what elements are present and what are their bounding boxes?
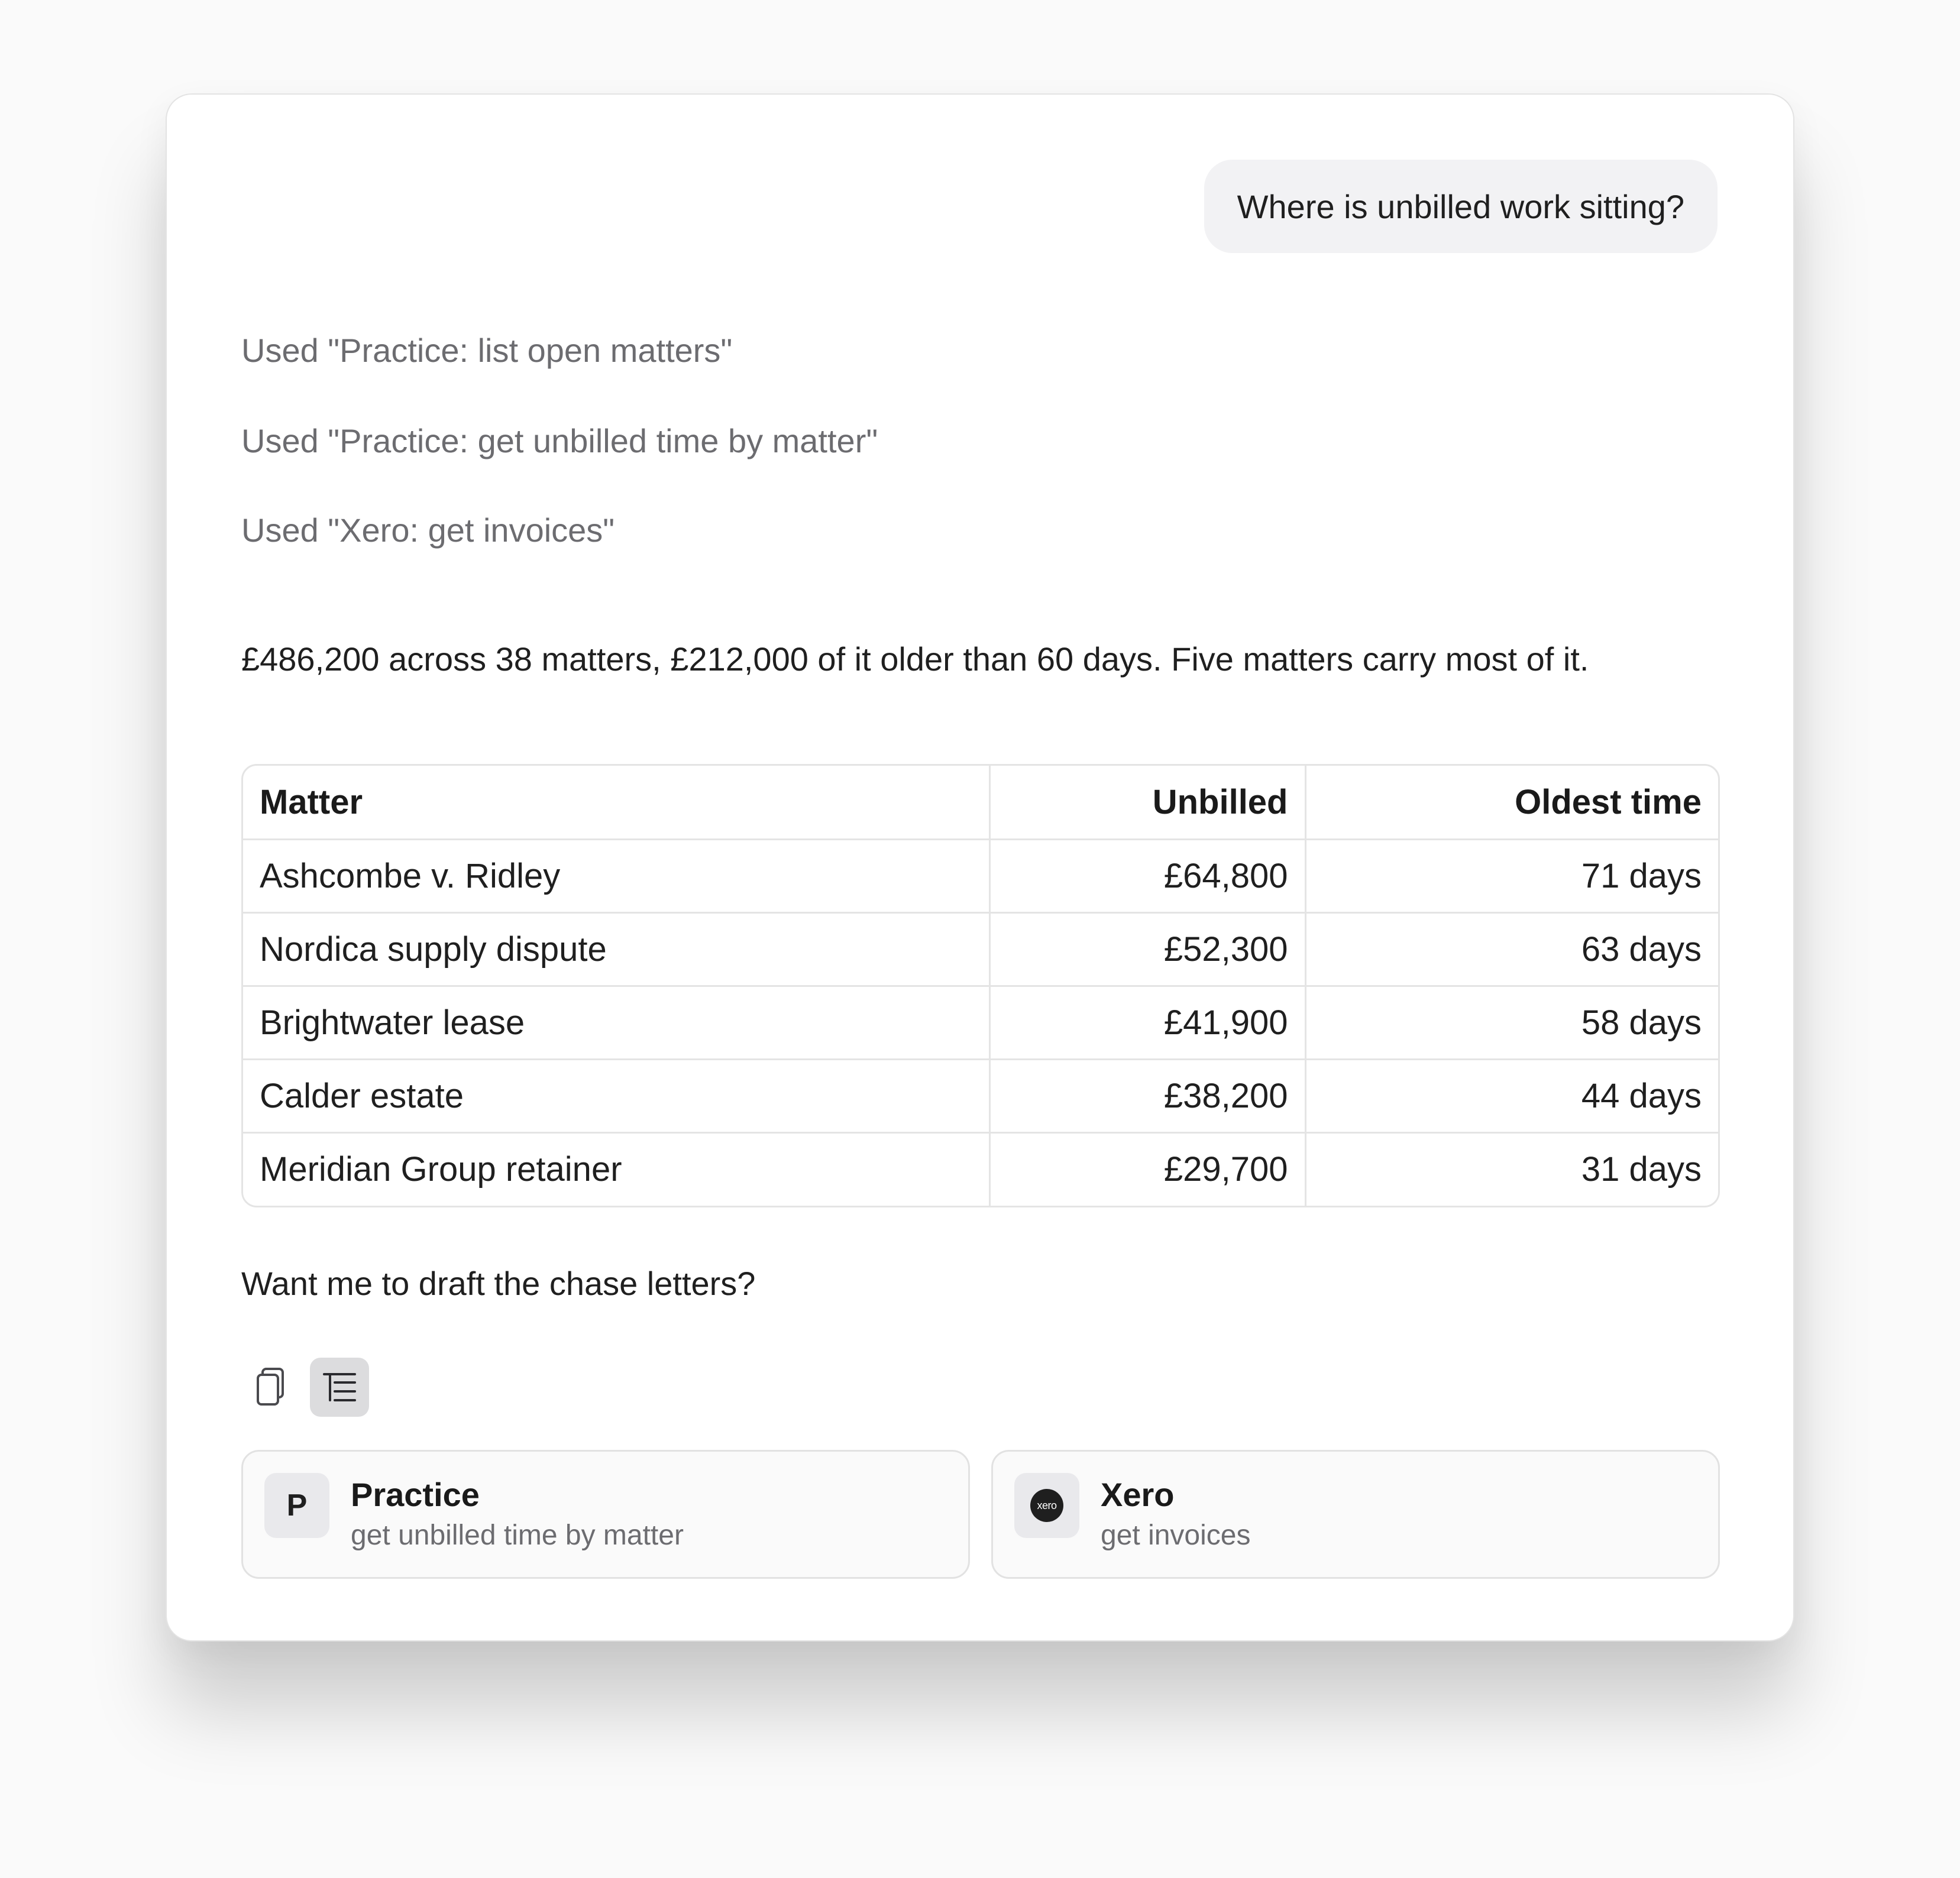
- table-row: Meridian Group retainer £29,700 31 days: [243, 1132, 1718, 1206]
- tool-call-list-open-matters[interactable]: Used "Practice: list open matters": [241, 331, 732, 370]
- source-title: Xero: [1101, 1476, 1175, 1513]
- practice-logo-letter: P: [286, 1488, 308, 1523]
- source-subtitle: get unbilled time by matter: [351, 1520, 684, 1551]
- practice-logo: P: [264, 1473, 329, 1538]
- cell-unbilled: £41,900: [989, 986, 1306, 1060]
- unbilled-matters-table: Matter Unbilled Oldest time Ashcombe v. …: [241, 764, 1720, 1207]
- cell-unbilled: £38,200: [989, 1059, 1306, 1134]
- tool-call-unbilled-time[interactable]: Used "Practice: get unbilled time by mat…: [241, 422, 878, 460]
- copy-icon: [257, 1368, 284, 1406]
- table-header-row: Matter Unbilled Oldest time: [243, 766, 1718, 840]
- followup-question: Want me to draft the chase letters?: [241, 1265, 756, 1302]
- table-row: Ashcombe v. Ridley £64,800 71 days: [243, 839, 1718, 914]
- table-row: Brightwater lease £41,900 58 days: [243, 986, 1718, 1060]
- cell-matter: Calder estate: [243, 1059, 991, 1134]
- source-card-xero[interactable]: xero Xero get invoices: [991, 1450, 1720, 1579]
- cell-matter: Brightwater lease: [243, 986, 991, 1060]
- xero-logo-text: xero: [1037, 1499, 1057, 1511]
- table-row: Calder estate £38,200 44 days: [243, 1059, 1718, 1134]
- column-header-matter: Matter: [243, 766, 991, 840]
- user-message-bubble: Where is unbilled work sitting?: [1204, 160, 1718, 253]
- cell-unbilled: £64,800: [989, 839, 1306, 914]
- source-card-practice[interactable]: P Practice get unbilled time by matter: [241, 1450, 970, 1579]
- cell-oldest-time: 58 days: [1305, 986, 1718, 1060]
- cell-oldest-time: 31 days: [1581, 1150, 1702, 1189]
- cell-oldest-time: 71 days: [1305, 839, 1718, 914]
- tool-call-xero-invoices[interactable]: Used "Xero: get invoices": [241, 511, 614, 549]
- xero-logo-icon: xero: [1030, 1489, 1063, 1522]
- cell-unbilled: £52,300: [989, 912, 1306, 987]
- user-message-text: Where is unbilled work sitting?: [1237, 187, 1684, 225]
- cell-oldest-time: 44 days: [1305, 1059, 1718, 1134]
- copy-button[interactable]: [241, 1358, 300, 1417]
- cell-oldest-time: 63 days: [1305, 912, 1718, 987]
- chat-panel: Where is unbilled work sitting? Used "Pr…: [166, 93, 1794, 1641]
- source-subtitle: get invoices: [1101, 1520, 1251, 1551]
- source-title: Practice: [351, 1476, 480, 1513]
- response-summary: £486,200 across 38 matters, £212,000 of …: [241, 640, 1589, 678]
- xero-logo: xero: [1014, 1473, 1079, 1538]
- column-header-oldest-time: Oldest time: [1305, 766, 1718, 840]
- column-header-unbilled: Unbilled: [989, 766, 1306, 840]
- tree-list-icon: [323, 1373, 356, 1401]
- cell-matter: Meridian Group retainer: [243, 1132, 991, 1206]
- cell-unbilled: £29,700: [989, 1132, 1306, 1206]
- cell-matter: Ashcombe v. Ridley: [243, 839, 991, 914]
- cell-matter: Nordica supply dispute: [243, 912, 991, 987]
- tree-view-button[interactable]: [310, 1358, 369, 1417]
- table-row: Nordica supply dispute £52,300 63 days: [243, 912, 1718, 987]
